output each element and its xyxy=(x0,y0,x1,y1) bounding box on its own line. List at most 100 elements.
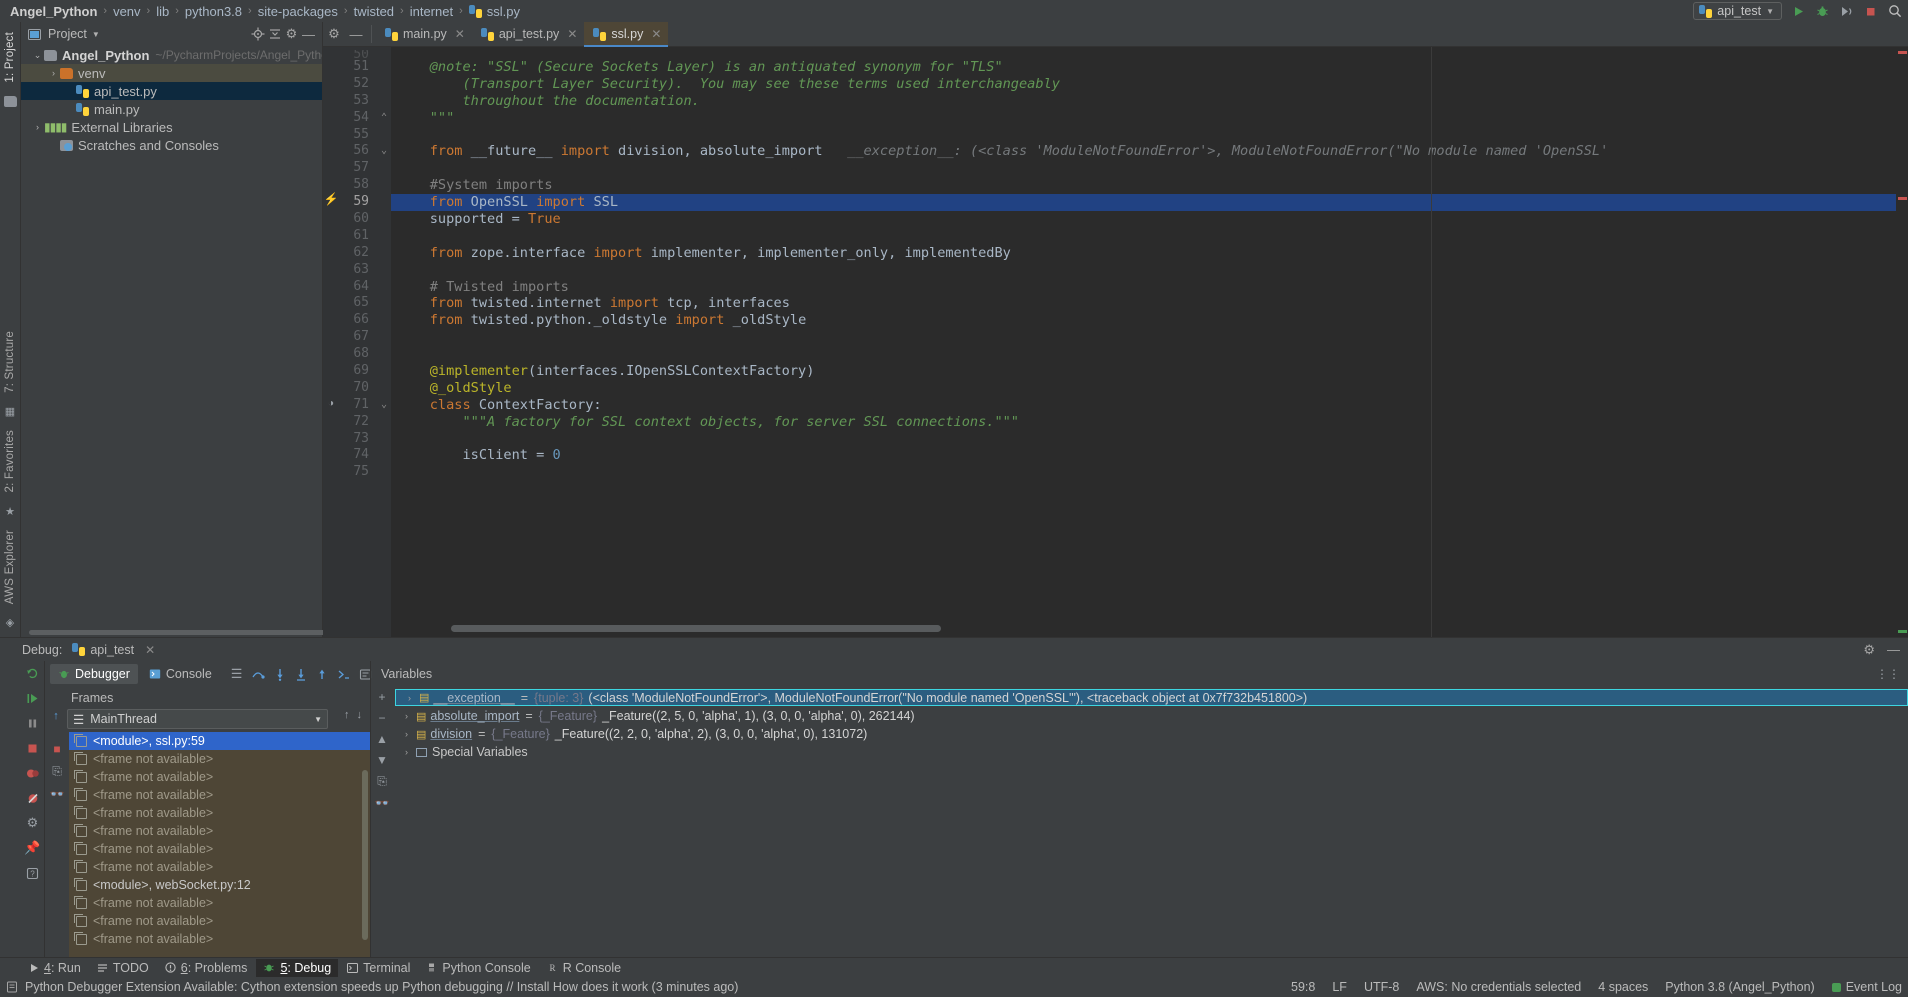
code-line[interactable]: # Twisted imports xyxy=(391,279,1896,296)
frame-list-item[interactable]: <frame not available> xyxy=(69,786,370,804)
chevron-right-icon[interactable]: › xyxy=(47,68,60,78)
code-line[interactable] xyxy=(391,160,1896,177)
code-line[interactable] xyxy=(391,262,1896,279)
breadcrumb-item-ssl-py[interactable]: ssl.py xyxy=(487,4,520,19)
inspect-icon[interactable]: 👓 xyxy=(375,796,390,810)
breadcrumb-item-python3-8[interactable]: python3.8 xyxy=(185,4,242,19)
aws-credentials-status[interactable]: AWS: No credentials selected xyxy=(1416,980,1581,994)
caret-position[interactable]: 59:8 xyxy=(1291,980,1315,994)
project-tree-item-api-test-py[interactable]: api_test.py xyxy=(21,82,322,100)
indent-setting[interactable]: 4 spaces xyxy=(1598,980,1648,994)
frame-list-item[interactable]: <frame not available> xyxy=(69,822,370,840)
code-line[interactable]: """ xyxy=(391,110,1896,127)
code-line[interactable]: from twisted.python._oldstyle import _ol… xyxy=(391,312,1896,329)
file-encoding[interactable]: UTF-8 xyxy=(1364,980,1399,994)
step-into-icon[interactable] xyxy=(274,668,286,681)
chevron-down-icon[interactable]: ▼ xyxy=(92,30,100,39)
hide-panel-icon[interactable]: — xyxy=(300,26,317,43)
remove-watch-icon[interactable]: − xyxy=(378,711,385,725)
move-up-icon[interactable]: ▲ xyxy=(376,732,388,746)
project-horizontal-scrollbar[interactable] xyxy=(21,628,334,637)
frame-list-item[interactable]: <frame not available> xyxy=(69,858,370,876)
rerun-icon[interactable] xyxy=(26,665,39,681)
frame-list-item[interactable]: <frame not available> xyxy=(69,912,370,930)
code-line[interactable]: """A factory for SSL context objects, fo… xyxy=(391,414,1896,431)
bottom-tab-python-console[interactable]: Python Console xyxy=(419,959,537,977)
fold-marker-close[interactable]: ⌃ xyxy=(377,110,391,127)
resume-program-icon[interactable] xyxy=(26,690,39,706)
code-editor[interactable]: ⚡ ◑ 50 51 52 53 54 55 56 57 58 59 60 61 62 63 64 65 66 67 6… xyxy=(323,47,1908,637)
close-icon[interactable]: ✕ xyxy=(567,27,577,41)
code-line[interactable]: class ContextFactory: xyxy=(391,397,1896,414)
stop-icon[interactable] xyxy=(26,740,39,756)
event-log-button[interactable]: Event Log xyxy=(1831,980,1902,994)
code-line[interactable]: @note: "SSL" (Secure Sockets Layer) is a… xyxy=(391,59,1896,76)
breadcrumb-item-venv[interactable]: venv xyxy=(113,4,140,19)
editor-gutter-icons[interactable]: ⚡ ◑ xyxy=(323,47,339,637)
code-line[interactable]: from zope.interface import implementer, … xyxy=(391,245,1896,262)
editor-tab-main-py[interactable]: main.py ✕ xyxy=(376,22,472,47)
code-line[interactable]: supported = True xyxy=(391,211,1896,228)
frame-up-icon[interactable]: ↑ xyxy=(53,710,59,722)
editor-error-stripe[interactable] xyxy=(1896,47,1908,637)
collapse-all-icon[interactable] xyxy=(266,26,283,43)
coverage-icon[interactable] xyxy=(1839,4,1854,19)
thread-selector[interactable]: ☰ MainThread ▼ xyxy=(67,709,328,729)
fold-marker-open[interactable]: ⌄ xyxy=(377,143,391,160)
code-line[interactable] xyxy=(391,346,1896,363)
frame-up-arrow-icon[interactable]: ↑ xyxy=(344,709,350,721)
run-configuration-selector[interactable]: api_test ▼ xyxy=(1693,2,1782,20)
variable-row[interactable]: › ▤ division = {_Feature} _Feature((2, 2, 0,… xyxy=(393,725,1908,743)
bottom-tab-todo[interactable]: TODO xyxy=(90,959,156,977)
code-line[interactable]: from __future__ import division, absolut… xyxy=(391,143,1896,160)
bottom-tab-6-problems[interactable]: 6: Problems xyxy=(158,959,255,977)
copy-value-icon[interactable]: ⎘ xyxy=(377,774,387,789)
mute-breakpoints-icon[interactable] xyxy=(26,790,40,806)
debug-tab-debugger[interactable]: Debugger xyxy=(50,664,138,684)
sidebar-item-structure[interactable]: 7: Structure xyxy=(2,325,18,399)
bottom-tab-4-run[interactable]: 4: Run xyxy=(22,959,88,977)
bottom-tab-terminal[interactable]: Terminal xyxy=(340,959,417,977)
settings-gear-icon[interactable]: ⚙ xyxy=(27,815,39,831)
debug-session-tab[interactable]: api_test ✕ xyxy=(72,643,155,657)
code-line[interactable]: from twisted.internet import tcp, interf… xyxy=(391,295,1896,312)
execution-pointer-icon[interactable]: ⚡ xyxy=(323,191,339,208)
frame-list-item[interactable]: <frame not available> xyxy=(69,750,370,768)
chevron-right-icon[interactable]: › xyxy=(31,122,44,132)
variable-row[interactable]: › ▤ absolute_import = {_Feature} _Feature((2… xyxy=(393,707,1908,725)
project-tree-item-scratches-and-consoles[interactable]: Scratches and Consoles xyxy=(21,136,322,154)
code-line[interactable]: (Transport Layer Security). You may see … xyxy=(391,76,1896,93)
bottom-tab-r-console[interactable]: R R Console xyxy=(540,959,628,977)
debug-tab-console[interactable]: Console xyxy=(141,664,220,684)
close-icon[interactable]: ✕ xyxy=(455,27,465,41)
add-watch-icon[interactable]: + xyxy=(378,690,385,704)
frame-list-item[interactable]: <module>, webSocket.py:12 xyxy=(69,876,370,894)
editor-tab-api-test-py[interactable]: api_test.py ✕ xyxy=(472,22,585,47)
stop-icon[interactable] xyxy=(1863,4,1878,19)
python-interpreter[interactable]: Python 3.8 (Angel_Python) xyxy=(1665,980,1814,994)
close-icon[interactable]: ✕ xyxy=(651,27,661,41)
code-folding-gutter[interactable]: ⌃ ⌄ ⌄ xyxy=(377,47,391,637)
code-line[interactable] xyxy=(391,127,1896,144)
code-line[interactable]: @_oldStyle xyxy=(391,380,1896,397)
chevron-down-icon[interactable]: ⌄ xyxy=(31,50,44,61)
copy-stack-icon[interactable]: ⎘ xyxy=(52,764,62,779)
variables-options-icon[interactable]: ⋮⋮ xyxy=(1876,667,1900,681)
code-line[interactable] xyxy=(391,228,1896,245)
step-over-icon[interactable] xyxy=(251,668,266,680)
step-out-icon[interactable] xyxy=(316,668,328,681)
pin-icon[interactable]: 📌 xyxy=(24,840,40,856)
code-line[interactable] xyxy=(391,431,1896,448)
code-line[interactable]: @implementer(interfaces.IOpenSSLContextF… xyxy=(391,363,1896,380)
project-tree[interactable]: ⌄ Angel_Python ~/PycharmProjects/Angel_Pyt… xyxy=(21,46,322,628)
project-tree-item-main-py[interactable]: main.py xyxy=(21,100,322,118)
frame-list-item[interactable]: <frame not available> xyxy=(69,894,370,912)
locate-icon[interactable] xyxy=(249,26,266,43)
frame-list-item[interactable]: <frame not available> xyxy=(69,768,370,786)
code-content[interactable]: @note: "SSL" (Secure Sockets Layer) is a… xyxy=(391,47,1896,637)
breadcrumb-item-internet[interactable]: internet xyxy=(410,4,453,19)
project-tree-item-angel-python[interactable]: ⌄ Angel_Python ~/PycharmProjects/Angel_Pyt… xyxy=(21,46,322,64)
frames-scrollbar[interactable] xyxy=(362,770,368,940)
breadcrumb-item-lib[interactable]: lib xyxy=(156,4,169,19)
run-to-cursor-icon[interactable] xyxy=(337,668,350,681)
